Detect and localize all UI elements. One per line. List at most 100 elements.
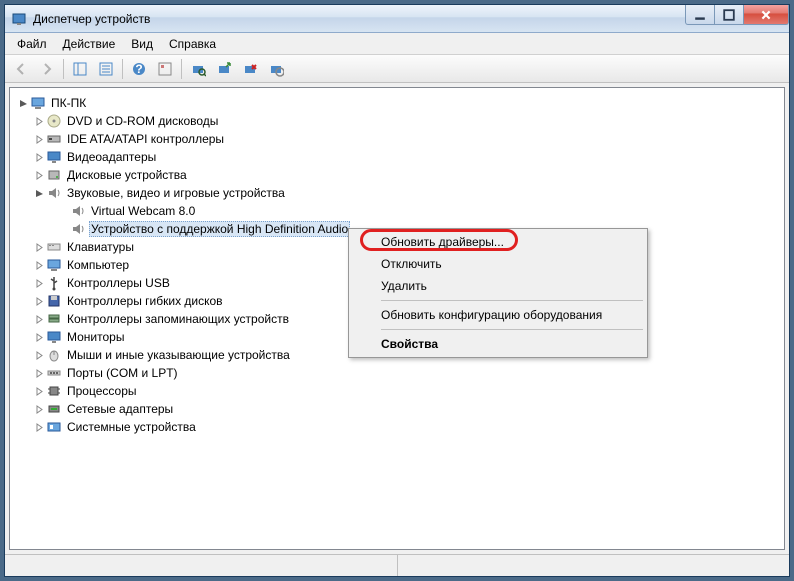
menu-help[interactable]: Справка <box>161 35 224 53</box>
expander-icon[interactable] <box>32 348 46 362</box>
cm-separator <box>381 300 643 301</box>
root-label: ПК-ПК <box>49 96 88 110</box>
menu-view[interactable]: Вид <box>123 35 161 53</box>
expander-icon[interactable] <box>32 366 46 380</box>
expander-icon[interactable] <box>32 420 46 434</box>
expander-spacer <box>56 222 70 236</box>
disc-icon <box>46 113 62 129</box>
storage-icon <box>46 311 62 327</box>
category-node[interactable]: Порты (COM и LPT) <box>16 364 778 382</box>
sound-icon <box>70 221 86 237</box>
maximize-button[interactable] <box>714 5 744 25</box>
computer-icon <box>46 257 62 273</box>
category-label: Контроллеры запоминающих устройств <box>65 312 291 326</box>
expander-icon[interactable] <box>32 330 46 344</box>
properties2-toolbar-button[interactable] <box>153 57 177 81</box>
category-node[interactable]: IDE ATA/ATAPI контроллеры <box>16 130 778 148</box>
window-title: Диспетчер устройств <box>33 12 685 26</box>
context-menu: Обновить драйверы... Отключить Удалить О… <box>348 228 648 358</box>
back-button <box>9 57 33 81</box>
category-label: Сетевые адаптеры <box>65 402 175 416</box>
expander-icon[interactable] <box>32 168 46 182</box>
category-node[interactable]: Системные устройства <box>16 418 778 436</box>
category-node[interactable]: Дисковые устройства <box>16 166 778 184</box>
expander-icon[interactable] <box>32 402 46 416</box>
category-label: Дисковые устройства <box>65 168 189 182</box>
computer-icon <box>30 95 46 111</box>
category-node[interactable]: Процессоры <box>16 382 778 400</box>
category-label: Контроллеры USB <box>65 276 172 290</box>
cm-rescan[interactable]: Обновить конфигурацию оборудования <box>351 304 645 326</box>
status-bar <box>5 554 789 576</box>
uninstall-toolbar-button[interactable] <box>238 57 262 81</box>
window-controls <box>685 5 789 32</box>
device-manager-window: Диспетчер устройств Файл Действие Вид Сп… <box>4 4 790 577</box>
expander-icon[interactable] <box>32 258 46 272</box>
category-label: Компьютер <box>65 258 131 272</box>
device-tree[interactable]: ПК-ПК DVD и CD-ROM дисководы IDE ATA/ATAP… <box>9 87 785 550</box>
minimize-button[interactable] <box>685 5 715 25</box>
category-label: Клавиатуры <box>65 240 136 254</box>
network-icon <box>46 401 62 417</box>
cm-disable[interactable]: Отключить <box>351 253 645 275</box>
category-label: Процессоры <box>65 384 139 398</box>
toolbar-separator <box>63 59 64 79</box>
close-button[interactable] <box>743 5 789 25</box>
category-label: Мыши и иные указывающие устройства <box>65 348 292 362</box>
expander-icon[interactable] <box>16 96 30 110</box>
sound-icon <box>46 185 62 201</box>
toolbar-separator <box>181 59 182 79</box>
monitor-icon <box>46 329 62 345</box>
system-icon <box>46 419 62 435</box>
scan-hardware-button[interactable] <box>186 57 210 81</box>
expander-icon[interactable] <box>32 312 46 326</box>
device-label: Virtual Webcam 8.0 <box>89 204 197 218</box>
device-label: Устройство с поддержкой High Definition … <box>89 221 350 237</box>
update-driver-toolbar-button[interactable] <box>212 57 236 81</box>
category-node[interactable]: DVD и CD-ROM дисководы <box>16 112 778 130</box>
category-label: Системные устройства <box>65 420 198 434</box>
category-label: DVD и CD-ROM дисководы <box>65 114 220 128</box>
expander-icon[interactable] <box>32 150 46 164</box>
category-label: Порты (COM и LPT) <box>65 366 180 380</box>
app-icon <box>11 11 27 27</box>
category-node[interactable]: Видеоадаптеры <box>16 148 778 166</box>
svg-text:?: ? <box>135 62 142 76</box>
disk-icon <box>46 167 62 183</box>
menu-file[interactable]: Файл <box>9 35 55 53</box>
show-hide-tree-button[interactable] <box>68 57 92 81</box>
titlebar[interactable]: Диспетчер устройств <box>5 5 789 33</box>
ide-icon <box>46 131 62 147</box>
properties-toolbar-button[interactable] <box>94 57 118 81</box>
help-toolbar-button[interactable]: ? <box>127 57 151 81</box>
cm-properties[interactable]: Свойства <box>351 333 645 355</box>
usb-icon <box>46 275 62 291</box>
root-node[interactable]: ПК-ПК <box>16 94 778 112</box>
content-area: ПК-ПК DVD и CD-ROM дисководы IDE ATA/ATAP… <box>5 83 789 554</box>
expander-icon[interactable] <box>32 186 46 200</box>
category-label: IDE ATA/ATAPI контроллеры <box>65 132 226 146</box>
category-node[interactable]: Звуковые, видео и игровые устройства <box>16 184 778 202</box>
toolbar-separator <box>122 59 123 79</box>
expander-spacer <box>56 204 70 218</box>
category-label: Видеоадаптеры <box>65 150 158 164</box>
expander-icon[interactable] <box>32 384 46 398</box>
category-label: Мониторы <box>65 330 126 344</box>
sound-icon <box>70 203 86 219</box>
disable-toolbar-button[interactable] <box>264 57 288 81</box>
expander-icon[interactable] <box>32 276 46 290</box>
category-node[interactable]: Сетевые адаптеры <box>16 400 778 418</box>
display-icon <box>46 149 62 165</box>
expander-icon[interactable] <box>32 114 46 128</box>
expander-icon[interactable] <box>32 240 46 254</box>
menubar: Файл Действие Вид Справка <box>5 33 789 55</box>
mouse-icon <box>46 347 62 363</box>
device-node[interactable]: Virtual Webcam 8.0 <box>16 202 778 220</box>
cm-delete[interactable]: Удалить <box>351 275 645 297</box>
toolbar: ? <box>5 55 789 83</box>
expander-icon[interactable] <box>32 294 46 308</box>
expander-icon[interactable] <box>32 132 46 146</box>
cm-update-drivers[interactable]: Обновить драйверы... <box>351 231 645 253</box>
menu-action[interactable]: Действие <box>55 35 124 53</box>
floppy-icon <box>46 293 62 309</box>
